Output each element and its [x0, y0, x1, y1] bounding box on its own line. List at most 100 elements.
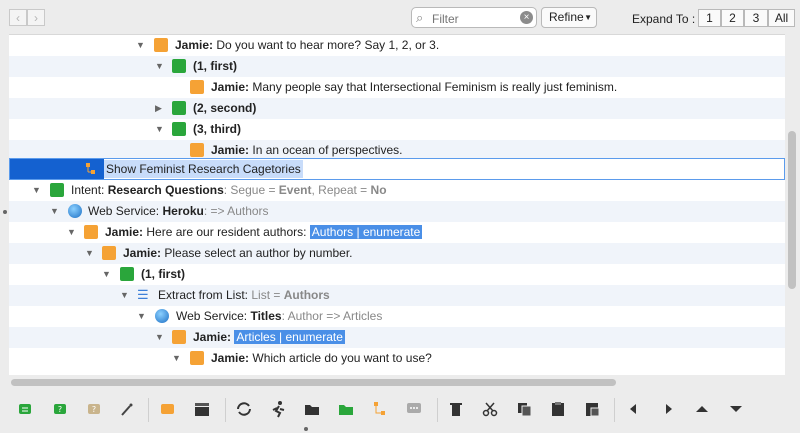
disclosure-triangle-icon[interactable]: ▼ [85, 243, 95, 264]
outline-row[interactable]: ▼ Jamie: Please select an author by numb… [9, 243, 785, 264]
speech-icon [190, 351, 204, 365]
expand-level-3-button[interactable]: 3 [744, 9, 768, 27]
disclosure-triangle-icon[interactable]: ▼ [102, 264, 112, 285]
row-prefix: Web Service: [88, 204, 163, 218]
filter-input[interactable] [430, 10, 520, 27]
disclosure-triangle-icon[interactable]: ▼ [136, 35, 146, 56]
outline-row[interactable]: ▼ ☰ Extract from List: List = Authors [9, 285, 785, 306]
bottom-toolbar: ? ? [0, 392, 800, 433]
outline-row[interactable]: ▼ Jamie: Do you want to hear more? Say 1… [9, 35, 785, 56]
disclosure-triangle-collapsed-icon[interactable]: ▶ [155, 98, 165, 119]
refine-label: Refine [549, 10, 584, 24]
add-speech-icon[interactable] [158, 400, 178, 418]
disclosure-triangle-icon[interactable]: ▼ [155, 119, 165, 140]
variable-token[interactable]: Articles | enumerate [234, 330, 345, 344]
clapperboard-icon[interactable] [192, 400, 212, 418]
outline-row[interactable]: ▼ Web Service: Heroku: => Authors [9, 201, 785, 222]
expand-level-2-button[interactable]: 2 [721, 9, 744, 27]
folder-icon[interactable] [302, 400, 322, 418]
paste-special-icon[interactable] [582, 400, 602, 418]
toolbar-separator [437, 398, 438, 422]
move-left-icon[interactable] [624, 400, 644, 418]
refine-dropdown[interactable]: Refine ▼ [541, 7, 597, 28]
move-up-icon[interactable] [692, 400, 712, 418]
vertical-scrollbar[interactable] [785, 34, 800, 375]
add-response-icon[interactable]: ? [50, 400, 70, 418]
outline-row[interactable]: ▼ (1, first) [9, 264, 785, 285]
filter-field[interactable]: ⌕ × [411, 7, 537, 28]
disclosure-triangle-icon[interactable]: ▼ [155, 327, 165, 348]
horizontal-scroll-thumb[interactable] [11, 379, 616, 386]
horizontal-scrollbar[interactable] [9, 375, 785, 389]
outline-view[interactable]: ▼ Jamie: Do you want to hear more? Say 1… [9, 34, 785, 376]
segue-label: : Segue = [223, 183, 279, 197]
service-mapping: : => Authors [203, 204, 269, 218]
trash-icon[interactable] [446, 400, 466, 418]
move-right-icon[interactable] [658, 400, 678, 418]
speech-icon [102, 246, 116, 260]
add-intent-icon[interactable] [15, 400, 35, 418]
outline-row[interactable]: ▼ Jamie: Articles | enumerate [9, 327, 785, 348]
paste-icon[interactable] [548, 400, 568, 418]
list-label: List = [251, 288, 284, 302]
disclosure-triangle-icon[interactable]: ▼ [137, 306, 147, 327]
speech-icon [154, 38, 168, 52]
folder-add-icon[interactable] [336, 400, 356, 418]
globe-icon [155, 309, 169, 323]
outline-row[interactable]: ▼ Jamie: Which article do you want to us… [9, 348, 785, 369]
refresh-icon[interactable] [234, 400, 254, 418]
row-edit-text[interactable]: Show Feminist Research Cagetories [104, 160, 303, 178]
response-label: (3, third) [193, 122, 241, 136]
copy-icon[interactable] [514, 400, 534, 418]
speech-icon [190, 143, 204, 157]
branch-icon [86, 163, 95, 174]
toolbar-separator [225, 398, 226, 422]
expand-level-1-button[interactable]: 1 [698, 9, 721, 27]
repeat-value: No [370, 183, 387, 197]
outline-row[interactable]: Jamie: Many people say that Intersection… [9, 77, 785, 98]
response-label: (2, second) [193, 101, 257, 115]
status-dot [304, 427, 308, 431]
speaker-name: Jamie: [175, 38, 214, 52]
variable-token[interactable]: Authors | enumerate [309, 225, 423, 239]
response-icon [172, 122, 186, 136]
speaker-name: Jamie: [193, 330, 232, 344]
disclosure-triangle-icon[interactable]: ▼ [67, 222, 77, 243]
disclosure-triangle-icon[interactable]: ▼ [50, 201, 60, 222]
comment-icon[interactable] [404, 400, 424, 418]
back-button[interactable]: ‹ [9, 9, 27, 26]
row-text: Please select an author by number. [161, 246, 353, 260]
speech-icon [190, 80, 204, 94]
clear-icon[interactable]: × [520, 11, 533, 24]
vertical-scroll-thumb[interactable] [788, 131, 796, 289]
speech-icon [172, 330, 186, 344]
outline-row[interactable]: ▼ Intent: Research Questions: Segue = Ev… [9, 180, 785, 201]
list-icon: ☰ [137, 287, 149, 302]
globe-icon [68, 204, 82, 218]
row-text: Many people say that Intersectional Femi… [249, 80, 618, 94]
speaker-name: Jamie: [211, 143, 250, 157]
add-disabled-icon[interactable]: ? [84, 400, 104, 418]
outline-row[interactable]: ▶ (2, second) [9, 98, 785, 119]
disclosure-triangle-icon[interactable]: ▼ [120, 285, 130, 306]
toolbar-separator [614, 398, 615, 422]
expand-all-button[interactable]: All [768, 9, 795, 27]
speaker-name: Jamie: [123, 246, 162, 260]
disclosure-triangle-icon[interactable]: ▼ [32, 180, 42, 201]
branch-icon[interactable] [370, 400, 390, 418]
disclosure-triangle-icon[interactable]: ▼ [172, 348, 182, 369]
run-icon[interactable] [268, 400, 288, 418]
outline-row[interactable]: ▼ (1, first) [9, 56, 785, 77]
cut-icon[interactable] [480, 400, 500, 418]
service-name: Heroku [162, 204, 204, 218]
disclosure-triangle-icon[interactable]: ▼ [155, 56, 165, 77]
outline-row[interactable]: ▼ (3, third) [9, 119, 785, 140]
outline-row[interactable]: ▼ Jamie: Here are our resident authors: … [9, 222, 785, 243]
move-down-icon[interactable] [726, 400, 746, 418]
outline-row[interactable]: ▼ Web Service: Titles: Author => Article… [9, 306, 785, 327]
speaker-name: Jamie: [211, 80, 250, 94]
magic-wand-icon[interactable] [117, 400, 137, 418]
toolbar-separator [148, 398, 149, 422]
forward-button[interactable]: › [27, 9, 45, 26]
selected-row[interactable]: Show Feminist Research Cagetories [9, 158, 785, 180]
